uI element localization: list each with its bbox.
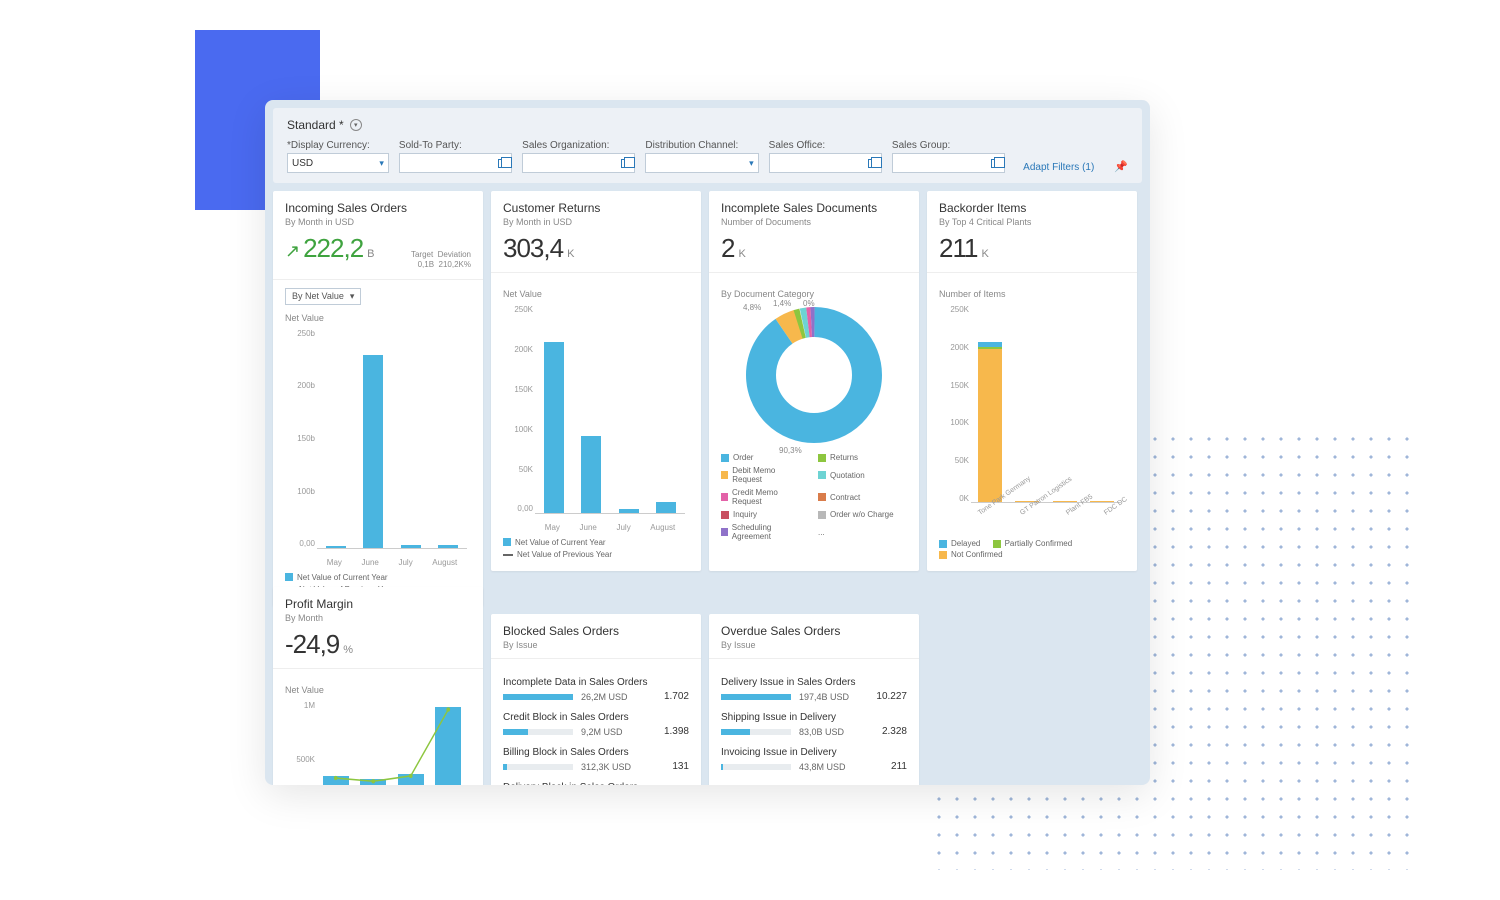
card-subtitle: By Top 4 Critical Plants xyxy=(939,217,1125,227)
card-subtitle: By Month in USD xyxy=(503,217,689,227)
progress-bar xyxy=(503,694,573,700)
progress-bar xyxy=(503,729,573,735)
card-title: Backorder Items xyxy=(939,201,1125,215)
issue-count: 1.702 xyxy=(664,691,689,702)
filter-label-office: Sales Office: xyxy=(769,140,882,151)
issue-value: 9,2M USD xyxy=(581,727,656,737)
section-label: Net Value xyxy=(503,289,689,299)
sales-group-input[interactable] xyxy=(892,153,1005,173)
value-help-icon[interactable] xyxy=(621,159,630,168)
progress-bar xyxy=(721,694,791,700)
issue-count: 1.398 xyxy=(664,726,689,737)
issue-label: Delivery Block in Sales Orders xyxy=(503,782,689,785)
progress-bar xyxy=(721,764,791,770)
profit-chart: 1M500K xyxy=(285,701,471,785)
app-window: Standard * ▾ *Display Currency: USD ▾ So… xyxy=(265,100,1150,785)
issue-count: 211 xyxy=(891,761,907,772)
card-subtitle: By Issue xyxy=(721,640,907,650)
section-label: Net Value xyxy=(285,313,471,323)
returns-chart: 250K200K150K100K50K0,00 MayJuneJulyAugus… xyxy=(503,305,689,532)
sales-org-input[interactable] xyxy=(522,153,635,173)
chevron-down-icon: ▾ xyxy=(749,158,754,169)
value-help-icon[interactable] xyxy=(498,159,507,168)
card-overdue-orders[interactable]: Overdue Sales Orders By Issue Delivery I… xyxy=(709,614,919,785)
section-label: Net Value xyxy=(285,685,471,695)
issue-count: 131 xyxy=(672,761,689,772)
issue-row[interactable]: Incomplete Data in Sales Orders 26,2M US… xyxy=(503,677,689,702)
issue-value: 197,4B USD xyxy=(799,692,868,702)
progress-bar xyxy=(721,729,791,735)
filter-label-distch: Distribution Channel: xyxy=(645,140,758,151)
section-label: By Document Category xyxy=(721,289,907,299)
kpi-value: 2K xyxy=(721,233,907,264)
card-blocked-orders[interactable]: Blocked Sales Orders By Issue Incomplete… xyxy=(491,614,701,785)
card-title: Customer Returns xyxy=(503,201,689,215)
issue-row[interactable]: Billing Block in Sales Orders 312,3K USD… xyxy=(503,747,689,772)
issue-row[interactable]: Credit Block in Sales Orders 9,2M USD 1.… xyxy=(503,712,689,737)
issue-value: 26,2M USD xyxy=(581,692,656,702)
issue-row[interactable]: Delivery Issue in Sales Orders 197,4B US… xyxy=(721,677,907,702)
card-title: Incoming Sales Orders xyxy=(285,201,471,215)
card-backorder-items[interactable]: Backorder Items By Top 4 Critical Plants… xyxy=(927,191,1137,571)
progress-bar xyxy=(503,764,573,770)
card-subtitle: By Issue xyxy=(503,640,689,650)
adapt-filters-link[interactable]: Adapt Filters (1) xyxy=(1023,162,1094,173)
issue-label: Invoicing Issue in Delivery xyxy=(721,747,907,758)
section-label: Number of Items xyxy=(939,289,1125,299)
filter-label-salesorg: Sales Organization: xyxy=(522,140,635,151)
kpi-value: 303,4K xyxy=(503,233,689,264)
card-subtitle: Number of Documents xyxy=(721,217,907,227)
issue-row[interactable]: Shipping Issue in Delivery 83,0B USD 2.3… xyxy=(721,712,907,737)
issue-count: 2.328 xyxy=(882,726,907,737)
filter-bar: Standard * ▾ *Display Currency: USD ▾ So… xyxy=(273,108,1142,183)
issue-value: 83,0B USD xyxy=(799,727,874,737)
value-help-icon[interactable] xyxy=(991,159,1000,168)
card-incoming-sales[interactable]: Incoming Sales Orders By Month in USD ↗2… xyxy=(273,191,483,606)
card-customer-returns[interactable]: Customer Returns By Month in USD 303,4K … xyxy=(491,191,701,571)
card-title: Incomplete Sales Documents xyxy=(721,201,907,215)
pin-icon[interactable]: 📌 xyxy=(1114,160,1128,173)
dist-channel-select[interactable]: ▾ xyxy=(645,153,758,173)
donut-chart: 4,8% 1,4% 0% 90,3% xyxy=(721,305,907,445)
card-incomplete-docs[interactable]: Incomplete Sales Documents Number of Doc… xyxy=(709,191,919,571)
card-subtitle: By Month xyxy=(285,613,471,623)
sales-office-input[interactable] xyxy=(769,153,882,173)
issue-label: Credit Block in Sales Orders xyxy=(503,712,689,723)
issue-row[interactable]: Invoicing Issue in Delivery 43,8M USD 21… xyxy=(721,747,907,772)
chevron-down-icon: ▾ xyxy=(350,291,355,302)
issue-value: 43,8M USD xyxy=(799,762,883,772)
chevron-down-icon[interactable]: ▾ xyxy=(350,119,362,131)
sold-to-party-input[interactable] xyxy=(399,153,512,173)
trend-up-icon: ↗ xyxy=(285,241,299,261)
incoming-chart: 250b200b150b100b0,00 MayJuneJulyAugust xyxy=(285,329,471,567)
chevron-down-icon: ▾ xyxy=(379,158,384,169)
filter-label-soldto: Sold-To Party: xyxy=(399,140,512,151)
kpi-target: Target Deviation 0,1B 210,2K% xyxy=(411,250,471,271)
value-help-icon[interactable] xyxy=(868,159,877,168)
variant-title[interactable]: Standard * xyxy=(287,118,344,132)
card-title: Profit Margin xyxy=(285,597,471,611)
filter-label-group: Sales Group: xyxy=(892,140,1005,151)
issue-label: Billing Block in Sales Orders xyxy=(503,747,689,758)
view-by-dropdown[interactable]: By Net Value▾ xyxy=(285,288,361,305)
kpi-value: ↗222,2B xyxy=(285,233,374,264)
kpi-value: -24,9% xyxy=(285,629,471,660)
card-subtitle: By Month in USD xyxy=(285,217,471,227)
chart-legend: Delayed Partially Confirmed Not Confirme… xyxy=(939,539,1125,561)
issue-value: 312,3K USD xyxy=(581,762,664,772)
card-title: Blocked Sales Orders xyxy=(503,624,689,638)
issue-label: Shipping Issue in Delivery xyxy=(721,712,907,723)
donut-legend: Order Returns Debit Memo Request Quotati… xyxy=(721,453,907,543)
issue-row[interactable]: Delivery Block in Sales Orders 267,0K US… xyxy=(503,782,689,785)
issue-label: Delivery Issue in Sales Orders xyxy=(721,677,907,688)
issue-count: 10.227 xyxy=(876,691,907,702)
display-currency-select[interactable]: USD ▾ xyxy=(287,153,389,173)
issue-label: Incomplete Data in Sales Orders xyxy=(503,677,689,688)
kpi-value: 211K xyxy=(939,233,1125,264)
chart-legend: Net Value of Current Year Net Value of P… xyxy=(503,538,689,562)
backorder-chart: 250K200K150K100K50K0K Tone Park Germany … xyxy=(939,305,1125,521)
filter-label-currency: *Display Currency: xyxy=(287,140,389,151)
card-profit-margin[interactable]: Profit Margin By Month -24,9% Net Value … xyxy=(273,587,483,785)
card-title: Overdue Sales Orders xyxy=(721,624,907,638)
